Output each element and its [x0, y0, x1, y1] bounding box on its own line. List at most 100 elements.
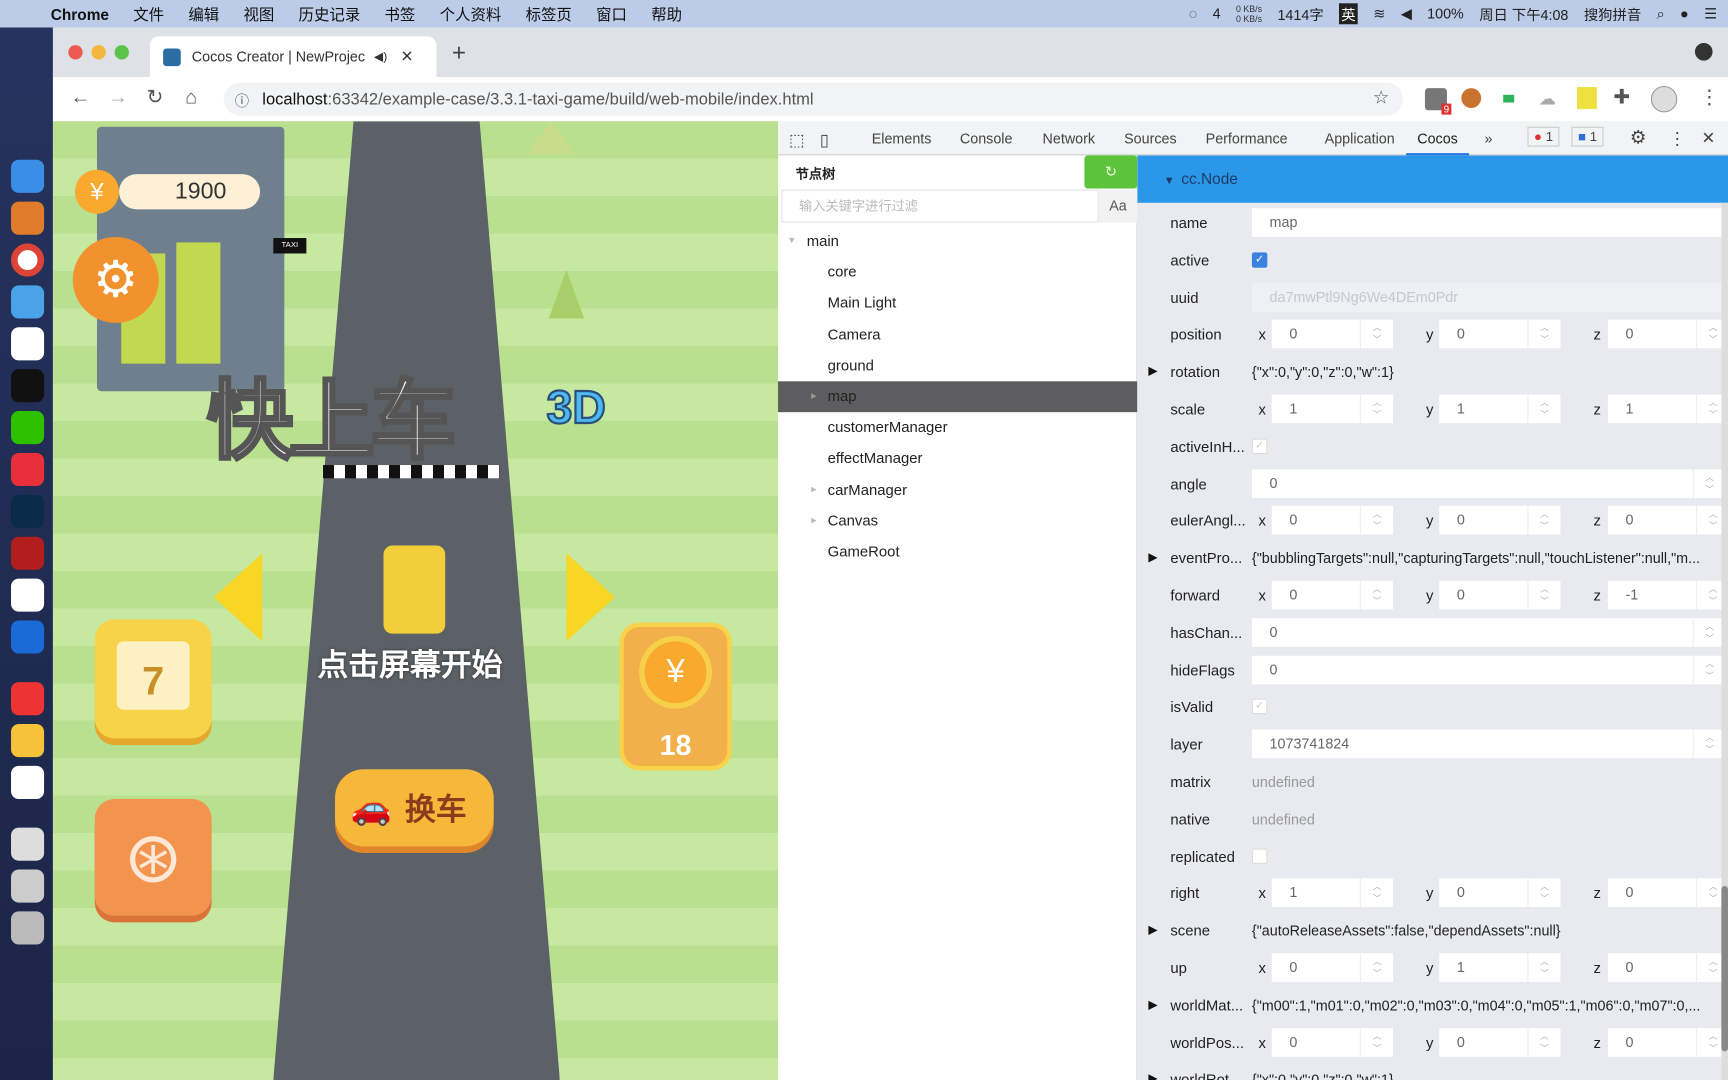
tree-node[interactable]: ground	[778, 350, 1137, 381]
stepper[interactable]: ︿ ﹀	[1359, 1027, 1393, 1057]
stepper[interactable]: ︿ ﹀	[1359, 580, 1393, 610]
menu-app[interactable]: Chrome	[51, 5, 109, 23]
y-input[interactable]: 0	[1439, 878, 1528, 908]
menu-item[interactable]: 编辑	[188, 3, 219, 25]
arrow-left-button[interactable]	[213, 553, 263, 642]
stepper[interactable]: ︿ ﹀	[1527, 506, 1561, 535]
expand-arrow-icon[interactable]: ▸	[811, 475, 817, 506]
game-canvas[interactable]: TAXI 1900 ¥ ⚙ 快上车 3D 点击屏幕开始 7 ⊛ ¥18 🚗 换车	[52, 121, 779, 1080]
battery-percent[interactable]: 100%	[1427, 6, 1464, 23]
x-input[interactable]: 0	[1271, 320, 1360, 349]
more-tabs-button[interactable]: »	[1484, 130, 1492, 147]
back-icon[interactable]: ←	[71, 86, 91, 109]
tab-cocos[interactable]: Cocos	[1406, 130, 1469, 156]
bookmark-star-icon[interactable]: ☆	[1373, 87, 1390, 109]
tree-node[interactable]: Main Light	[778, 288, 1137, 319]
tree-node[interactable]: ▸ map	[778, 381, 1138, 413]
terminal-icon[interactable]	[11, 369, 45, 403]
extensions-puzzle-icon[interactable]: ✚	[1613, 86, 1630, 109]
reward-coins-button[interactable]: ¥18	[619, 622, 732, 771]
finder-icon[interactable]	[11, 159, 45, 193]
z-input[interactable]: 0	[1607, 506, 1697, 535]
ime-indicator[interactable]: 英	[1339, 3, 1358, 25]
tree-node[interactable]: GameRoot	[778, 537, 1137, 568]
stepper[interactable]: ︿ ﹀	[1359, 394, 1393, 424]
active-checkbox[interactable]: ✓	[1251, 252, 1268, 268]
document-icon[interactable]	[11, 827, 45, 861]
stats-icon[interactable]	[11, 682, 45, 716]
stepper[interactable]: ︿ ﹀	[1359, 506, 1393, 535]
app-icon[interactable]	[11, 201, 45, 235]
chat-app-icon[interactable]	[11, 285, 45, 319]
device-toggle-icon[interactable]: ▯	[820, 130, 829, 150]
refresh-tree-button[interactable]: ↻	[1084, 155, 1138, 189]
stepper[interactable]: ︿ ﹀	[1527, 953, 1561, 982]
x-input[interactable]: 0	[1271, 1027, 1360, 1057]
extension4-icon[interactable]: ☁	[1538, 88, 1556, 110]
z-input[interactable]: 1	[1607, 394, 1697, 424]
x-input[interactable]: 0	[1271, 506, 1360, 535]
node-filter-input[interactable]: 输入关键字进行过滤	[781, 189, 1099, 223]
tree-node[interactable]: ▸ carManager	[778, 475, 1137, 506]
qq-icon[interactable]	[11, 327, 45, 361]
baidu-netdisk-icon[interactable]	[11, 578, 45, 612]
tab-sources[interactable]: Sources	[1124, 130, 1177, 147]
expand-arrow-icon[interactable]: ▶	[1148, 997, 1157, 1011]
stepper[interactable]: ︿ ﹀	[1527, 320, 1561, 349]
badge-count[interactable]: 4	[1213, 6, 1221, 23]
x-input[interactable]: 0	[1271, 953, 1360, 982]
filezilla-icon[interactable]	[11, 536, 45, 570]
case-sensitive-button[interactable]: Aa	[1098, 189, 1138, 223]
screen-icon[interactable]	[11, 869, 45, 903]
avatar[interactable]	[1650, 85, 1678, 113]
y-input[interactable]: 1	[1439, 394, 1528, 424]
tab-network[interactable]: Network	[1043, 130, 1096, 147]
menu-item[interactable]: 书签	[385, 3, 416, 25]
expand-arrow-icon[interactable]: ▶	[1148, 1072, 1157, 1080]
tree-node[interactable]: ▾ main	[778, 226, 1137, 257]
message-count-badge[interactable]: ■ 1	[1571, 126, 1604, 147]
y-input[interactable]: 0	[1439, 580, 1528, 610]
input-method[interactable]: 搜狗拼音	[1584, 3, 1641, 24]
profile-menu-icon[interactable]	[1694, 42, 1713, 61]
steering-wheel-button[interactable]: ⊛	[94, 798, 212, 916]
y-input[interactable]: 0	[1439, 1027, 1528, 1057]
stepper[interactable]: ︿ ﹀	[1527, 1027, 1561, 1057]
arrow-right-button[interactable]	[566, 553, 615, 642]
y-input[interactable]: 1	[1439, 953, 1528, 982]
stepper[interactable]: ︿ ﹀	[1359, 320, 1393, 349]
z-input[interactable]: 0	[1607, 953, 1697, 982]
wifi-icon[interactable]: ≋	[1373, 5, 1385, 23]
close-tab-icon[interactable]: ✕	[400, 47, 413, 66]
tree-node[interactable]: effectManager	[778, 443, 1137, 474]
tab-console[interactable]: Console	[960, 130, 1013, 147]
menu-item[interactable]: 个人资料	[440, 3, 502, 25]
devtools-menu-icon[interactable]: ⋮	[1668, 128, 1686, 150]
clock[interactable]: 周日 下午4:08	[1479, 3, 1568, 24]
expand-arrow-icon[interactable]: ▾	[789, 226, 795, 257]
x-input[interactable]: 1	[1271, 878, 1360, 908]
x-input[interactable]: 1	[1271, 394, 1360, 424]
tree-node[interactable]: Camera	[778, 319, 1137, 350]
z-input[interactable]: 0	[1607, 878, 1697, 908]
hideFlags-field[interactable]: 0	[1251, 655, 1693, 684]
tab-application[interactable]: Application	[1325, 130, 1395, 147]
y-input[interactable]: 0	[1439, 320, 1528, 349]
expand-arrow-icon[interactable]: ▶	[1148, 550, 1157, 564]
audio-icon[interactable]: ◀)	[374, 50, 387, 64]
change-car-button[interactable]: 🚗 换车	[335, 769, 494, 847]
expand-arrow-icon[interactable]: ▶	[1148, 923, 1157, 937]
layer-field[interactable]: 1073741824	[1251, 729, 1693, 759]
stepper[interactable]: ︿ ﹀	[1527, 878, 1561, 908]
component-header[interactable]: ▼ cc.Node	[1137, 155, 1728, 203]
scrollbar-thumb[interactable]	[1721, 886, 1728, 1052]
close-window-button[interactable]	[68, 45, 83, 60]
extension3-icon[interactable]	[1503, 94, 1515, 103]
siri-icon[interactable]: ●	[1680, 6, 1689, 23]
tree-node[interactable]: core	[778, 257, 1137, 288]
x-input[interactable]: 0	[1271, 580, 1360, 610]
menu-item[interactable]: 窗口	[596, 3, 627, 25]
inspect-element-icon[interactable]: ⬚	[789, 130, 805, 150]
menu-item[interactable]: 历史记录	[299, 3, 361, 25]
settings-gear-button[interactable]: ⚙	[72, 236, 159, 323]
